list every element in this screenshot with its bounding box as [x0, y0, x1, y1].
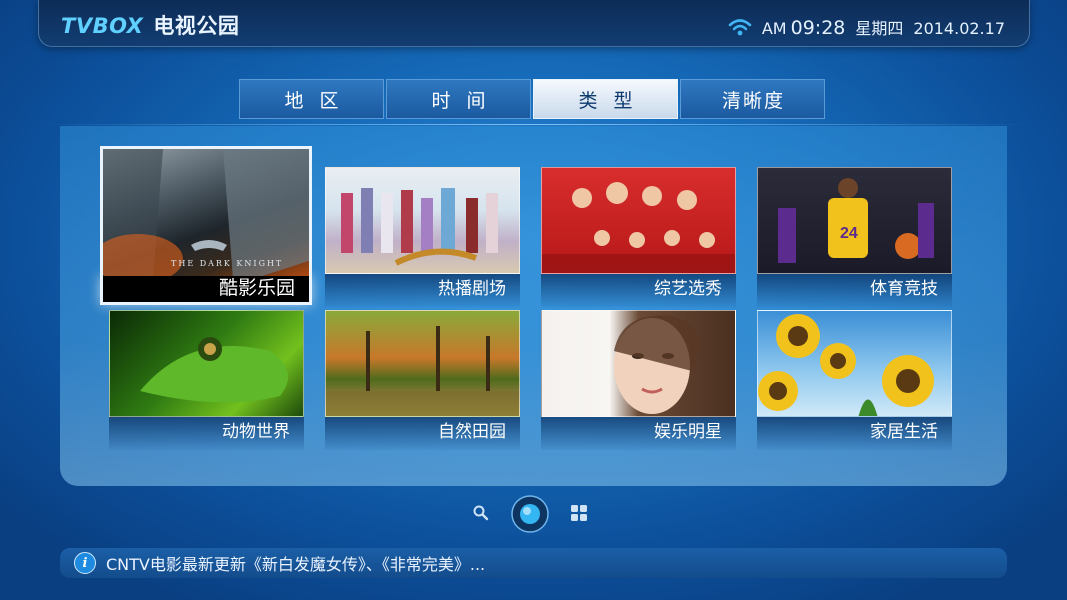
tile-thumbnail — [325, 167, 520, 274]
clock-date: 2014.02.17 — [913, 19, 1005, 38]
tab-region[interactable]: 地区 — [239, 79, 384, 119]
app-logo: TVBOX 电视公园 — [61, 10, 239, 40]
tile-home-living[interactable]: 家居生活 — [757, 310, 952, 450]
tile-label: 酷影乐园 — [100, 276, 312, 305]
category-tabs: 地区 时间 类型 清晰度 — [239, 79, 825, 119]
tile-label: 热播剧场 — [325, 274, 520, 307]
clock-ampm: AM — [761, 19, 787, 38]
variety-art — [542, 182, 735, 273]
logo-cn: 电视公园 — [153, 14, 240, 38]
tile-label: 体育竞技 — [757, 274, 952, 307]
clock-weekday: 星期四 — [855, 19, 904, 38]
tab-resolution[interactable]: 清晰度 — [680, 79, 825, 119]
tile-cool-movies[interactable]: THE DARK KNIGHT 酷影乐园 — [100, 146, 312, 305]
search-icon[interactable] — [472, 504, 490, 522]
tab-divider — [40, 124, 1030, 125]
tile-sports[interactable]: 24 体育竞技 — [757, 167, 952, 307]
tile-thumbnail: 24 — [757, 167, 952, 274]
tile-animal-world[interactable]: 动物世界 — [109, 310, 304, 450]
tile-thumbnail — [541, 167, 736, 274]
gecko-art — [140, 337, 288, 403]
building-art — [103, 149, 309, 276]
wifi-icon — [728, 19, 752, 36]
tile-label: 综艺选秀 — [541, 274, 736, 307]
tile-thumbnail — [325, 310, 520, 417]
tile-thumbnail: THE DARK KNIGHT — [100, 146, 312, 276]
ticker-text: CNTV电影最新更新《新白发魔女传》、《非常完美》... — [106, 555, 486, 574]
nature-art — [326, 326, 519, 416]
tab-time[interactable]: 时间 — [386, 79, 531, 119]
status-area: AM 09:28 星期四 2014.02.17 — [728, 14, 1005, 39]
bottom-dock — [0, 488, 1067, 548]
apps-grid-icon[interactable] — [570, 504, 588, 522]
tile-thumbnail — [757, 310, 952, 417]
drama-art — [341, 188, 498, 266]
tab-type[interactable]: 类型 — [533, 79, 678, 119]
clock-time: 09:28 — [790, 17, 846, 39]
tile-thumbnail — [541, 310, 736, 417]
top-bar: TVBOX 电视公园 AM 09:28 星期四 2014.02.17 — [38, 0, 1030, 47]
tile-label: 娱乐明星 — [541, 417, 736, 450]
tile-celebrities[interactable]: 娱乐明星 — [541, 310, 736, 450]
sunflower-art — [758, 314, 934, 416]
tile-variety-shows[interactable]: 综艺选秀 — [541, 167, 736, 307]
news-ticker[interactable]: i CNTV电影最新更新《新白发魔女传》、《非常完美》... — [60, 548, 1007, 578]
logo-en: TVBOX — [61, 14, 144, 38]
tile-nature[interactable]: 自然田园 — [325, 310, 520, 450]
svg-text:24: 24 — [840, 225, 858, 242]
tile-label: 动物世界 — [109, 417, 304, 450]
tile-label: 自然田园 — [325, 417, 520, 450]
tile-thumb-title: THE DARK KNIGHT — [171, 259, 284, 268]
info-icon: i — [74, 552, 96, 574]
tile-label: 家居生活 — [757, 417, 952, 450]
celebrity-art — [614, 315, 699, 414]
home-orb-icon[interactable] — [510, 494, 550, 534]
tile-thumbnail — [109, 310, 304, 417]
tile-hot-dramas[interactable]: 热播剧场 — [325, 167, 520, 307]
sports-art: 24 — [778, 178, 934, 263]
